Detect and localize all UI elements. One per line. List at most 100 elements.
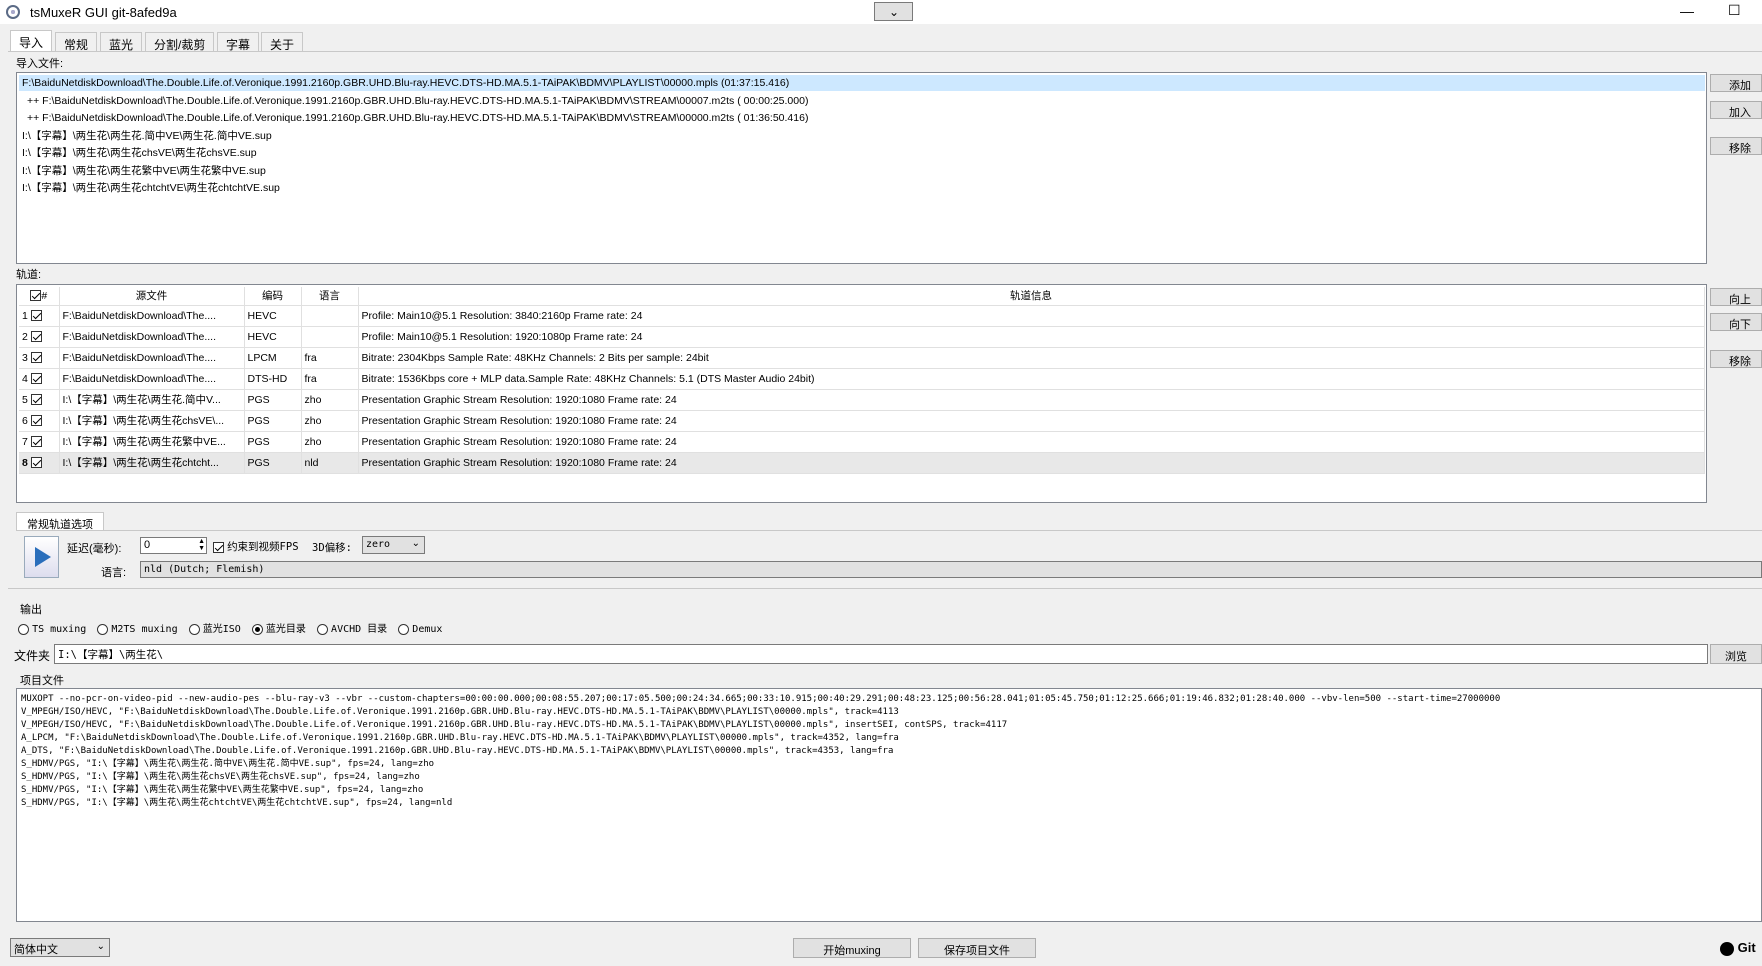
meta-textarea[interactable]: MUXOPT --no-pcr-on-video-pid --new-audio… [16,688,1762,922]
row-num-cell: 3 [19,347,60,369]
list-item[interactable]: I:\【字幕】\两生花\两生花chsVE\两生花chsVE.sup [19,145,257,161]
track-checkbox[interactable] [30,436,42,448]
track-checkbox[interactable] [30,331,42,343]
tab-general[interactable]: 常规 [55,32,98,52]
track-checkbox[interactable] [30,373,42,385]
list-item[interactable]: F:\BaiduNetdiskDownload\The.Double.Life.… [19,75,1705,91]
source-cell: I:\【字幕】\两生花\两生花chsVE\... [59,410,245,432]
meta-line: S_HDMV/PGS, "I:\【字幕】\两生花\两生花chsVE\两生花chs… [21,772,420,782]
input-file-list[interactable]: F:\BaiduNetdiskDownload\The.Double.Life.… [16,72,1707,264]
list-item[interactable]: I:\【字幕】\两生花\两生花chtchtVE\两生花chtchtVE.sup [19,180,280,196]
table-row[interactable]: 4 F:\BaiduNetdiskDownload\The.... DTS-HD… [19,368,1705,390]
shift-select[interactable]: zero ⌄ [362,536,425,554]
delay-input[interactable]: 0 ▲ ▼ [140,537,207,554]
meta-line: A_DTS, "F:\BaiduNetdiskDownload\The.Doub… [21,746,894,756]
remove-track-button[interactable]: 移除 [1710,350,1762,368]
tab-track-options[interactable]: 常规轨道选项 [16,512,104,531]
track-checkbox[interactable] [30,394,42,406]
start-muxing-button[interactable]: 开始muxing [793,938,911,958]
lang-cell: nld [301,452,359,474]
move-up-button[interactable]: 向上 [1710,288,1762,306]
tab-split[interactable]: 分割/裁剪 [145,32,215,52]
table-row[interactable]: 8 I:\【字幕】\两生花\两生花chtcht... PGS nld Prese… [19,452,1705,474]
spinner-icon[interactable]: ▲ ▼ [198,538,205,552]
track-checkbox[interactable] [30,457,42,469]
info-cell: Presentation Graphic Stream Resolution: … [358,410,1705,432]
radio-demux[interactable] [398,623,410,635]
tab-bluray[interactable]: 蓝光 [100,32,143,52]
radio-avchd[interactable] [316,623,328,635]
table-row[interactable]: 6 I:\【字幕】\两生花\两生花chsVE\... PGS zho Prese… [19,410,1705,432]
table-row[interactable]: 7 I:\【字幕】\两生花\两生花繁中VE... PGS zho Present… [19,431,1705,453]
source-header[interactable]: 源文件 [59,287,245,306]
tracks-table[interactable]: # 源文件 编码 语言 轨道信息 1 F:\BaiduNetdiskDownlo… [16,284,1707,503]
minimize-icon[interactable]: — [1680,3,1694,19]
append-button[interactable]: 加入 [1710,101,1762,119]
meta-line: V_MPEGH/ISO/HEVC, "F:\BaiduNetdiskDownlo… [21,720,1008,730]
mode-label: M2TS muxing [111,624,178,635]
track-checkbox[interactable] [30,352,42,364]
info-cell: Profile: Main10@5.1 Resolution: 1920:108… [358,326,1705,348]
row-num: 7 [22,435,28,448]
codec-header[interactable]: 编码 [244,287,302,306]
radio-m2ts[interactable] [97,623,109,635]
select-all-header[interactable]: # [19,287,60,306]
codec-cell: HEVC [244,305,302,327]
track-checkbox[interactable] [30,310,42,322]
row-num-cell: 2 [19,326,60,348]
meta-line: S_HDMV/PGS, "I:\【字幕】\两生花\两生花.简中VE\两生花.简中… [21,759,435,769]
add-button[interactable]: 添加 [1710,74,1762,92]
shift-value: zero [366,539,391,550]
info-cell: Profile: Main10@5.1 Resolution: 3840:216… [358,305,1705,327]
radio-bluray-folder[interactable] [251,623,263,635]
info-header[interactable]: 轨道信息 [358,287,1705,306]
lang-header[interactable]: 语言 [301,287,359,306]
folder-label: 文件夹 [14,649,51,663]
radio-ts[interactable] [18,623,29,635]
num-header: # [41,289,48,302]
list-item[interactable]: ++ F:\BaiduNetdiskDownload\The.Double.Li… [19,93,808,109]
lang-cell: zho [301,389,359,411]
tab-subtitles[interactable]: 字幕 [217,32,260,52]
video-icon [24,536,59,578]
fps-checkbox-group[interactable]: 约束到视频FPS [213,539,299,554]
codec-cell: PGS [244,452,302,474]
meta-line: S_HDMV/PGS, "I:\【字幕】\两生花\两生花繁中VE\两生花繁中VE… [21,785,424,795]
table-row[interactable]: 3 F:\BaiduNetdiskDownload\The.... LPCM f… [19,347,1705,369]
fps-checkbox[interactable] [213,541,224,553]
table-header: # 源文件 编码 语言 轨道信息 [19,287,1705,306]
github-link[interactable]: Git [1720,940,1756,956]
lang-cell [301,326,359,348]
list-item[interactable]: I:\【字幕】\两生花\两生花.简中VE\两生花.简中VE.sup [19,128,272,144]
source-cell: I:\【字幕】\两生花\两生花.简中V... [59,389,245,411]
track-checkbox[interactable] [30,415,42,427]
delay-value: 0 [144,539,151,551]
select-all-checkbox[interactable] [30,290,42,302]
mode-label: TS muxing [32,624,87,635]
maximize-icon[interactable]: ☐ [1728,2,1741,19]
tab-import[interactable]: 导入 [10,30,53,52]
save-project-button[interactable]: 保存项目文件 [918,938,1036,958]
move-down-button[interactable]: 向下 [1710,313,1762,331]
folder-input[interactable]: I:\【字幕】\两生花\ [54,644,1708,664]
list-item[interactable]: ++ F:\BaiduNetdiskDownload\The.Double.Li… [19,110,808,126]
table-row[interactable]: 2 F:\BaiduNetdiskDownload\The.... HEVC P… [19,326,1705,348]
list-item[interactable]: I:\【字幕】\两生花\两生花繁中VE\两生花繁中VE.sup [19,163,266,179]
output-mode-group[interactable]: TS muxing M2TS muxing 蓝光ISO 蓝光目录 AVCHD 目… [18,620,442,635]
table-row[interactable]: 5 I:\【字幕】\两生花\两生花.简中V... PGS zho Present… [19,389,1705,411]
folder-value: I:\【字幕】\两生花\ [58,649,164,661]
language-select[interactable]: nld (Dutch; Flemish) [140,561,1762,578]
meta-line: S_HDMV/PGS, "I:\【字幕】\两生花\两生花chtchtVE\两生花… [21,798,453,808]
language-dropdown[interactable]: 简体中文 ⌄ [10,938,110,957]
radio-bluray-iso[interactable] [188,623,200,635]
row-num: 2 [22,330,28,343]
browse-button[interactable]: 浏览 [1710,644,1762,664]
tab-about[interactable]: 关于 [261,32,304,52]
mode-label: AVCHD 目录 [331,624,388,635]
remove-file-button[interactable]: 移除 [1710,137,1762,155]
row-num: 4 [22,372,28,385]
table-row[interactable]: 1 F:\BaiduNetdiskDownload\The.... HEVC P… [19,305,1705,327]
lang-cell: fra [301,368,359,390]
row-num: 1 [22,309,28,322]
chevron-down-icon[interactable]: ⌄ [874,2,913,21]
